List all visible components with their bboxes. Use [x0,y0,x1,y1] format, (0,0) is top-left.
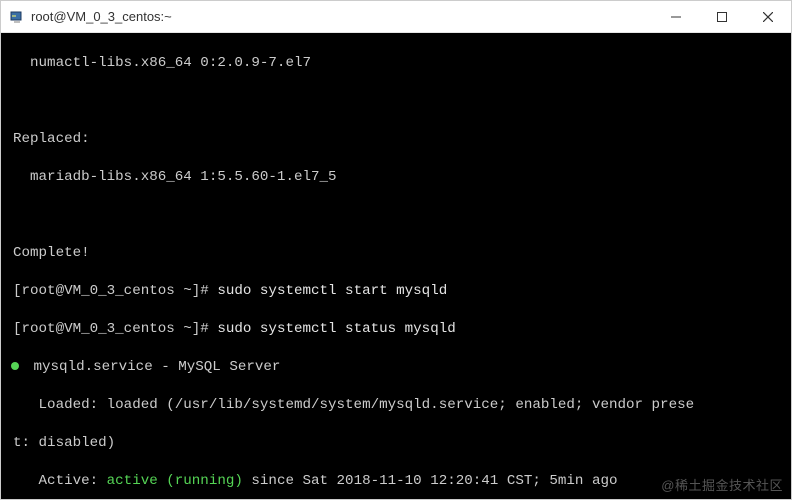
prompt: [root@VM_0_3_centos ~]# [13,321,209,337]
minimize-button[interactable] [653,1,699,32]
output-line: mariadb-libs.x86_64 1:5.5.60-1.el7_5 [13,168,787,187]
terminal-body[interactable]: numactl-libs.x86_64 0:2.0.9-7.el7 Replac… [1,33,791,499]
window-title: root@VM_0_3_centos:~ [31,9,653,24]
prompt-line: [root@VM_0_3_centos ~]# sudo systemctl s… [13,282,787,301]
titlebar[interactable]: root@VM_0_3_centos:~ [1,1,791,33]
output-line: numactl-libs.x86_64 0:2.0.9-7.el7 [13,54,787,73]
command-text: sudo systemctl status mysqld [209,321,456,337]
prompt-line: [root@VM_0_3_centos ~]# sudo systemctl s… [13,320,787,339]
close-button[interactable] [745,1,791,32]
output-line: Loaded: loaded (/usr/lib/systemd/system/… [13,396,787,415]
prompt: [root@VM_0_3_centos ~]# [13,283,209,299]
service-line: mysqld.service - MySQL Server [13,358,787,377]
terminal-window: root@VM_0_3_centos:~ numactl-libs.x86_64… [0,0,792,500]
active-line: Active: active (running) since Sat 2018-… [13,472,787,491]
command-text: sudo systemctl start mysqld [209,283,447,299]
output-line [13,206,787,225]
status-bullet-icon [11,362,19,370]
output-line: t: disabled) [13,434,787,453]
putty-icon [9,9,25,25]
window-controls [653,1,791,32]
output-line [13,92,787,111]
maximize-button[interactable] [699,1,745,32]
output-line: Complete! [13,244,787,263]
output-line: Replaced: [13,130,787,149]
active-status: active (running) [107,473,243,489]
